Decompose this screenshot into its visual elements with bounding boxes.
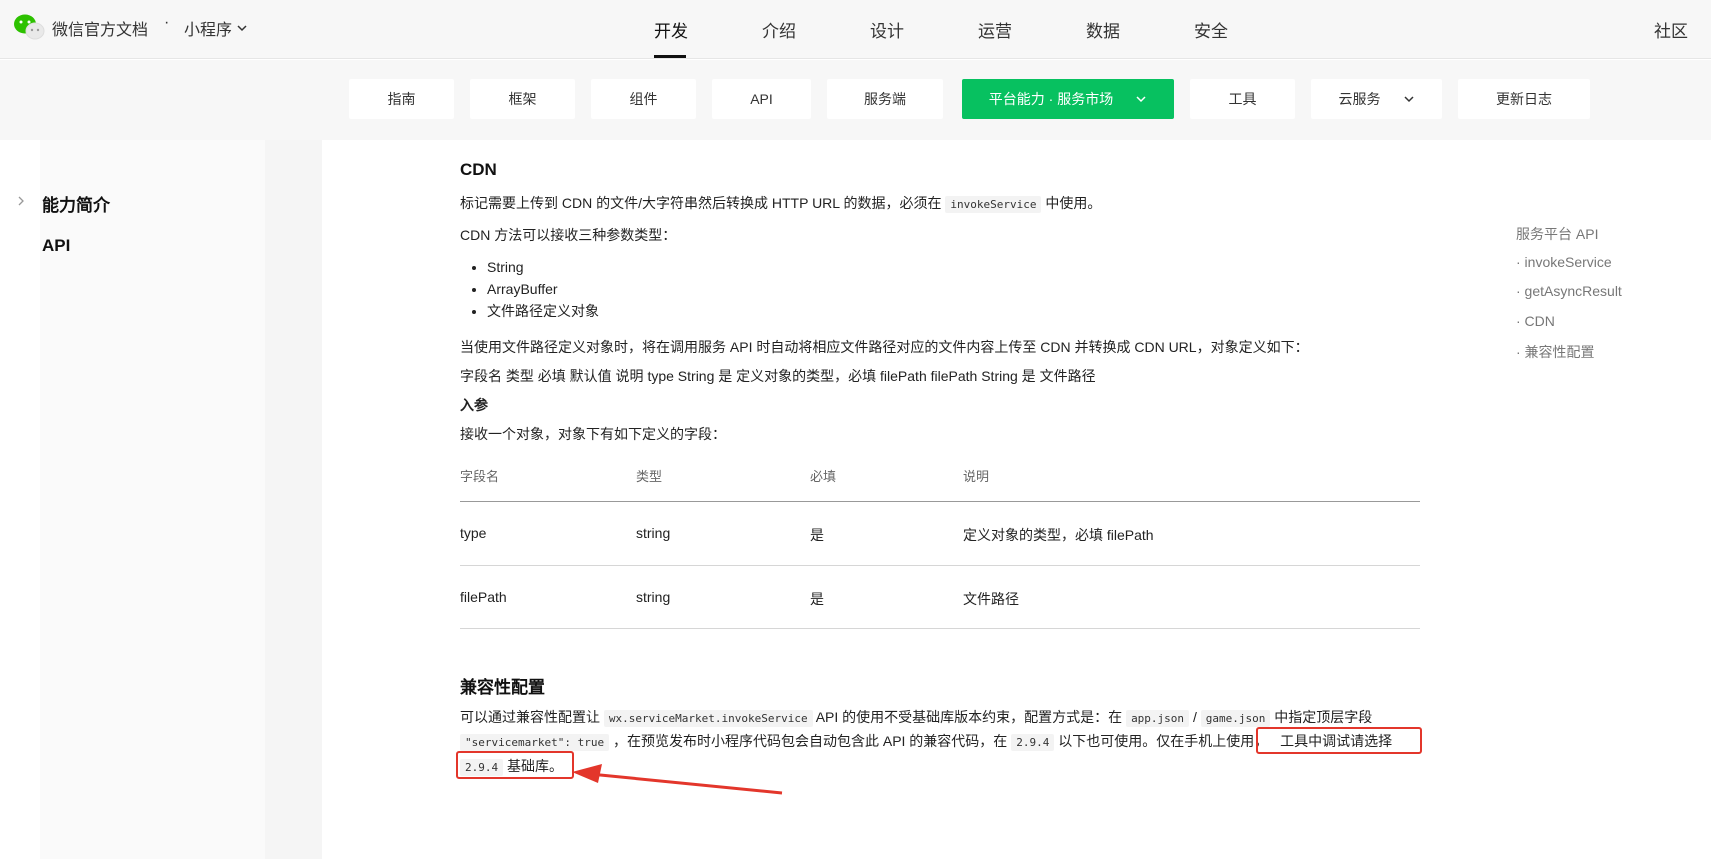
subnav-changelog[interactable]: 更新日志	[1458, 79, 1590, 119]
sidebar-item-intro[interactable]: 能力简介	[42, 191, 110, 216]
toc-item[interactable]: · 兼容性配置	[1516, 342, 1595, 362]
cdn-paragraph-4: 字段名 类型 必填 默认值 说明 type String 是 定义对象的类型，必…	[460, 368, 1096, 384]
annotation-arrow-icon	[572, 764, 783, 795]
table-cell: type	[460, 525, 487, 541]
table-header: 字段名	[460, 469, 500, 484]
compat-heading: 兼容性配置	[460, 678, 545, 697]
nav-tab-design[interactable]: 设计	[870, 17, 904, 42]
annotation-box	[456, 751, 574, 779]
compat-paragraph-line-2: "servicemarket": true ，在预览发布时小程序代码包会自动包含…	[460, 731, 1392, 751]
subnav-server[interactable]: 服务端	[827, 79, 943, 119]
cdn-paragraph-2: CDN 方法可以接收三种参数类型：	[460, 227, 677, 243]
compat-text: 以下也可使用。仅在手机上使用，	[1058, 733, 1269, 749]
chevron-right-icon[interactable]	[16, 196, 26, 206]
table-row-rule	[460, 628, 1420, 629]
list-item: ArrayBuffer	[487, 278, 599, 300]
table-header-rule	[460, 501, 1420, 502]
chevron-down-icon	[1403, 96, 1414, 103]
active-tab-indicator	[654, 55, 686, 58]
toc-item[interactable]: · CDN	[1516, 313, 1555, 329]
table-cell: 是	[810, 527, 824, 543]
subnav-components[interactable]: 组件	[591, 79, 696, 119]
compat-text: ，在预览发布时小程序代码包会自动包含此 API 的兼容代码，在	[612, 733, 1008, 749]
chevron-down-icon	[1136, 96, 1146, 103]
inline-code: 2.9.4	[1011, 734, 1055, 751]
toc-item[interactable]: 服务平台 API	[1516, 224, 1598, 244]
sidebar-divider	[265, 140, 322, 859]
compat-text: API 的使用不受基础库版本约束，配置方式是：在	[815, 709, 1123, 725]
table-row-rule	[460, 565, 1420, 566]
toc-item[interactable]: · invokeService	[1516, 254, 1612, 270]
brand-separator: ·	[164, 14, 170, 31]
params-heading: 入参	[460, 397, 488, 413]
params-description: 接收一个对象，对象下有如下定义的字段：	[460, 426, 726, 442]
product-label: 小程序	[184, 22, 233, 39]
cdn-p1-text-end: 中使用。	[1045, 195, 1102, 211]
wechat-logo-icon[interactable]	[13, 13, 45, 41]
inline-code: game.json	[1200, 710, 1271, 727]
table-header: 说明	[963, 469, 990, 484]
subnav-cloud-label: 云服务	[1338, 91, 1381, 107]
table-cell: string	[636, 525, 671, 541]
nav-tab-data[interactable]: 数据	[1086, 17, 1120, 42]
subnav-guide[interactable]: 指南	[349, 79, 454, 119]
inline-code: "servicemarket": true	[460, 734, 610, 751]
sub-navigation: 指南 框架 组件 API 服务端 平台能力 · 服务市场 工具 云服务 更新日志	[0, 60, 1711, 140]
table-cell: 定义对象的类型，必填 filePath	[963, 527, 1154, 543]
top-navigation: 微信官方文档 · 小程序 开发 介绍 设计 运营 数据 安全 社区	[0, 0, 1711, 59]
compat-text: /	[1192, 709, 1197, 725]
nav-tab-develop[interactable]: 开发	[654, 17, 688, 42]
list-item: String	[487, 256, 599, 278]
compat-text: 可以通过兼容性配置让	[460, 709, 600, 725]
nav-tab-security[interactable]: 安全	[1194, 17, 1228, 42]
table-header: 必填	[810, 469, 837, 484]
cdn-p1-text: 标记需要上传到 CDN 的文件/大字符串然后转换成 HTTP URL 的数据，必…	[460, 195, 942, 211]
nav-tab-intro[interactable]: 介绍	[762, 17, 796, 42]
table-cell: 是	[810, 591, 824, 607]
inline-code: wx.serviceMarket.invokeService	[603, 710, 813, 727]
inline-code: app.json	[1126, 710, 1190, 727]
cdn-paragraph-1: 标记需要上传到 CDN 的文件/大字符串然后转换成 HTTP URL 的数据，必…	[460, 193, 1101, 213]
inline-code: invokeService	[945, 196, 1042, 213]
toc-item[interactable]: · getAsyncResult	[1516, 283, 1622, 299]
subnav-platform-service-market[interactable]: 平台能力 · 服务市场	[962, 79, 1174, 119]
nav-tab-operations[interactable]: 运营	[978, 17, 1012, 42]
sidebar-item-api[interactable]: API	[42, 236, 70, 256]
cdn-paragraph-3: 当使用文件路径定义对象时，将在调用服务 API 时自动将相应文件路径对应的文件内…	[460, 339, 1309, 355]
cdn-heading: CDN	[460, 160, 497, 179]
compat-text: 中指定顶层字段	[1274, 709, 1373, 725]
brand-title[interactable]: 微信官方文档	[52, 16, 148, 40]
table-cell: string	[636, 589, 671, 605]
community-link[interactable]: 社区	[1654, 17, 1688, 42]
table-cell: filePath	[460, 589, 507, 605]
annotation-box	[1256, 727, 1422, 754]
product-switcher[interactable]: 小程序	[184, 16, 248, 40]
subnav-tools[interactable]: 工具	[1190, 79, 1295, 119]
cdn-type-list: String ArrayBuffer 文件路径定义对象	[460, 256, 599, 322]
subnav-cloud[interactable]: 云服务	[1311, 79, 1442, 119]
chevron-down-icon	[237, 25, 247, 32]
compat-paragraph-line-1: 可以通过兼容性配置让 wx.serviceMarket.invokeServic…	[460, 707, 1372, 727]
list-item: 文件路径定义对象	[487, 300, 599, 322]
subnav-api[interactable]: API	[712, 79, 811, 119]
subnav-platform-label: 平台能力 · 服务市场	[988, 91, 1114, 107]
subnav-framework[interactable]: 框架	[470, 79, 575, 119]
table-cell: 文件路径	[963, 591, 1019, 607]
table-header: 类型	[636, 469, 663, 484]
